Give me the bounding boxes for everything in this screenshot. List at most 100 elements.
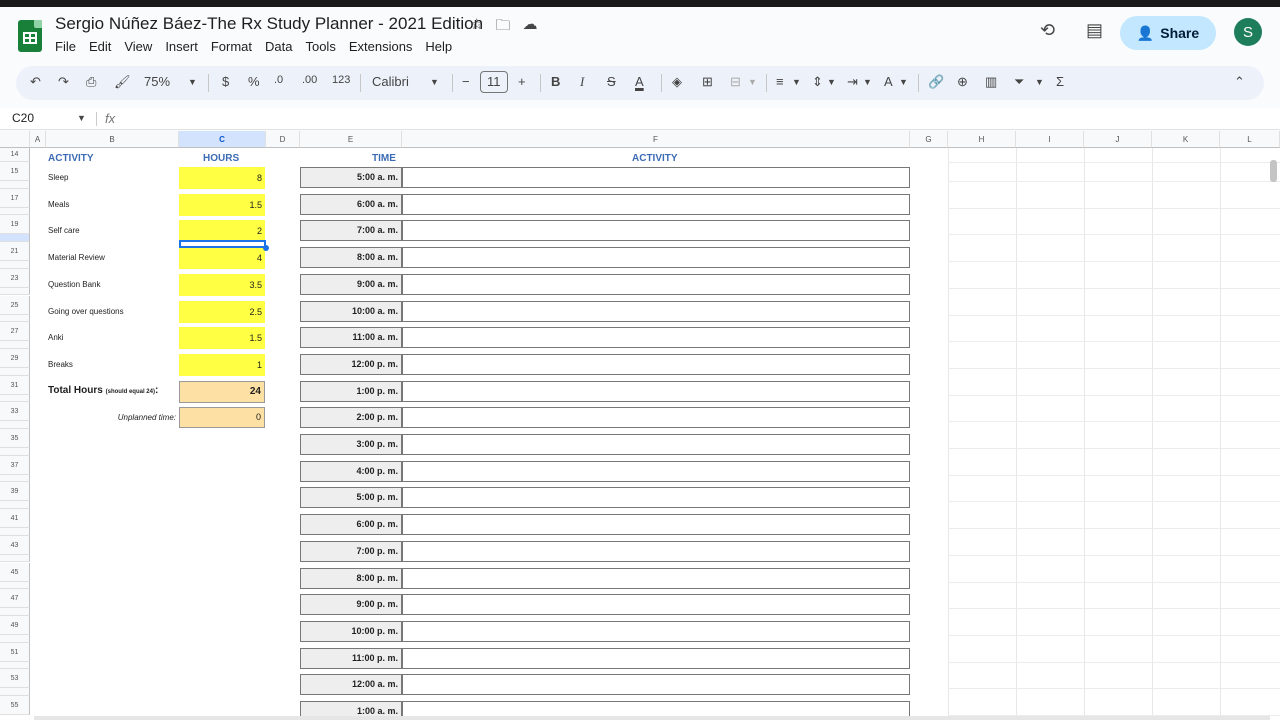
time-cell[interactable]: 7:00 p. m. [300, 540, 402, 562]
decrease-decimal-button[interactable]: .0 [274, 74, 283, 86]
time-cell[interactable]: 10:00 p. m. [300, 620, 402, 642]
column-header-f[interactable]: F [402, 131, 910, 148]
zoom-chevron-icon[interactable]: ▼ [188, 77, 197, 87]
percent-button[interactable]: % [248, 74, 260, 89]
time-cell[interactable]: 10:00 a. m. [300, 300, 402, 322]
spreadsheet-grid[interactable]: ACTIVITY HOURS TIME ACTIVITY Sleep 8 Meals… [0, 131, 1280, 720]
font-size-input[interactable]: 11 [480, 71, 508, 93]
paint-format-icon[interactable]: 🖌 [114, 74, 131, 90]
row-header-48[interactable] [0, 608, 30, 616]
column-header-a[interactable]: A [30, 131, 46, 148]
activity-input-cell[interactable] [402, 407, 910, 429]
time-cell[interactable]: 9:00 a. m. [300, 273, 402, 295]
insert-link-icon[interactable]: 🔗 [928, 74, 944, 90]
hours-cell[interactable]: 2.5 [179, 300, 265, 323]
undo-icon[interactable]: ↶ [30, 74, 41, 90]
cloud-status-icon[interactable]: ☁ [522, 15, 537, 40]
italic-icon[interactable]: I [580, 74, 584, 90]
activity-input-cell[interactable] [402, 193, 910, 215]
fill-color-icon[interactable]: ◈ [672, 74, 682, 90]
row-header-19[interactable]: 19 [0, 215, 30, 235]
row-header-49[interactable]: 49 [0, 615, 30, 635]
hours-cell[interactable]: 1.5 [179, 327, 265, 350]
column-header-h[interactable]: H [948, 131, 1016, 148]
unplanned-time-cell[interactable]: 0 [179, 407, 265, 428]
vertical-align-icon[interactable]: ⇕ [812, 74, 823, 90]
valign-chevron-icon[interactable]: ▼ [827, 77, 836, 87]
column-header-i[interactable]: I [1016, 131, 1084, 148]
activity-input-cell[interactable] [402, 594, 910, 616]
row-header-26[interactable] [0, 314, 30, 323]
activity-input-cell[interactable] [402, 220, 910, 242]
hours-cell[interactable]: 1.5 [179, 193, 265, 216]
rotation-chevron-icon[interactable]: ▼ [899, 77, 908, 87]
row-header-42[interactable] [0, 528, 30, 536]
time-cell[interactable]: 8:00 p. m. [300, 567, 402, 589]
redo-icon[interactable]: ↷ [58, 74, 69, 90]
document-title[interactable]: Sergio Núñez Báez-The Rx Study Planner -… [55, 14, 483, 34]
collapse-toolbar-icon[interactable]: ⌃ [1234, 74, 1245, 90]
activity-input-cell[interactable] [402, 327, 910, 349]
time-cell[interactable]: 11:00 p. m. [300, 647, 402, 669]
merge-chevron-icon[interactable]: ▼ [748, 77, 757, 87]
row-header-14[interactable]: 14 [0, 148, 30, 162]
hours-cell[interactable]: 1 [179, 353, 265, 376]
row-header-20[interactable] [0, 234, 30, 243]
sheets-logo-icon[interactable] [18, 20, 42, 52]
activity-input-cell[interactable] [402, 540, 910, 562]
row-header-24[interactable] [0, 287, 30, 296]
version-history-icon[interactable]: ⟲ [1040, 20, 1055, 41]
avatar[interactable]: S [1234, 18, 1262, 46]
text-rotation-icon[interactable]: A [884, 74, 893, 89]
menu-help[interactable]: Help [425, 39, 452, 54]
merge-cells-icon[interactable]: ⊟ [730, 74, 741, 90]
activity-input-cell[interactable] [402, 247, 910, 269]
column-header-g[interactable]: G [910, 131, 948, 148]
row-header-21[interactable]: 21 [0, 242, 30, 262]
row-header-50[interactable] [0, 634, 30, 643]
row-header-23[interactable]: 23 [0, 268, 30, 288]
column-header-e[interactable]: E [300, 131, 402, 148]
text-color-icon[interactable]: A [635, 74, 644, 89]
time-cell[interactable]: 1:00 p. m. [300, 380, 402, 402]
time-cell[interactable]: 5:00 p. m. [300, 487, 402, 509]
activity-input-cell[interactable] [402, 167, 910, 188]
column-header-d[interactable]: D [266, 131, 300, 148]
row-header-47[interactable]: 47 [0, 589, 30, 609]
name-box-chevron-icon[interactable]: ▼ [77, 113, 86, 123]
zoom-select[interactable]: 75% [144, 74, 170, 89]
font-size-increase-icon[interactable]: + [518, 74, 526, 89]
time-cell[interactable]: 12:00 p. m. [300, 353, 402, 375]
activity-input-cell[interactable] [402, 273, 910, 295]
row-header-38[interactable] [0, 474, 30, 483]
font-size-decrease-icon[interactable]: − [462, 74, 470, 89]
time-cell[interactable]: 7:00 a. m. [300, 220, 402, 242]
activity-input-cell[interactable] [402, 353, 910, 375]
activity-input-cell[interactable] [402, 514, 910, 536]
row-header-30[interactable] [0, 367, 30, 376]
time-cell[interactable]: 3:00 p. m. [300, 434, 402, 455]
row-header-37[interactable]: 37 [0, 455, 30, 475]
activity-input-cell[interactable] [402, 647, 910, 669]
row-header-28[interactable] [0, 341, 30, 349]
time-cell[interactable]: 11:00 a. m. [300, 327, 402, 349]
row-header-53[interactable]: 53 [0, 669, 30, 689]
activity-input-cell[interactable] [402, 380, 910, 402]
currency-button[interactable]: $ [222, 74, 229, 89]
row-header-31[interactable]: 31 [0, 375, 30, 395]
bold-icon[interactable]: B [551, 74, 560, 89]
row-header-16[interactable] [0, 181, 30, 189]
time-cell[interactable]: 8:00 a. m. [300, 247, 402, 269]
fill-handle[interactable] [263, 245, 269, 251]
row-header-46[interactable] [0, 581, 30, 590]
row-header-44[interactable] [0, 554, 30, 563]
menu-edit[interactable]: Edit [89, 39, 111, 54]
name-box[interactable]: C20 [12, 111, 34, 125]
row-header-52[interactable] [0, 661, 30, 670]
corner-cell[interactable] [0, 131, 30, 148]
time-cell[interactable]: 2:00 p. m. [300, 407, 402, 429]
insert-comment-icon[interactable]: ⊕ [957, 74, 968, 90]
font-select[interactable]: Calibri [372, 74, 409, 89]
row-header-55[interactable]: 55 [0, 696, 30, 715]
row-header-51[interactable]: 51 [0, 642, 30, 662]
